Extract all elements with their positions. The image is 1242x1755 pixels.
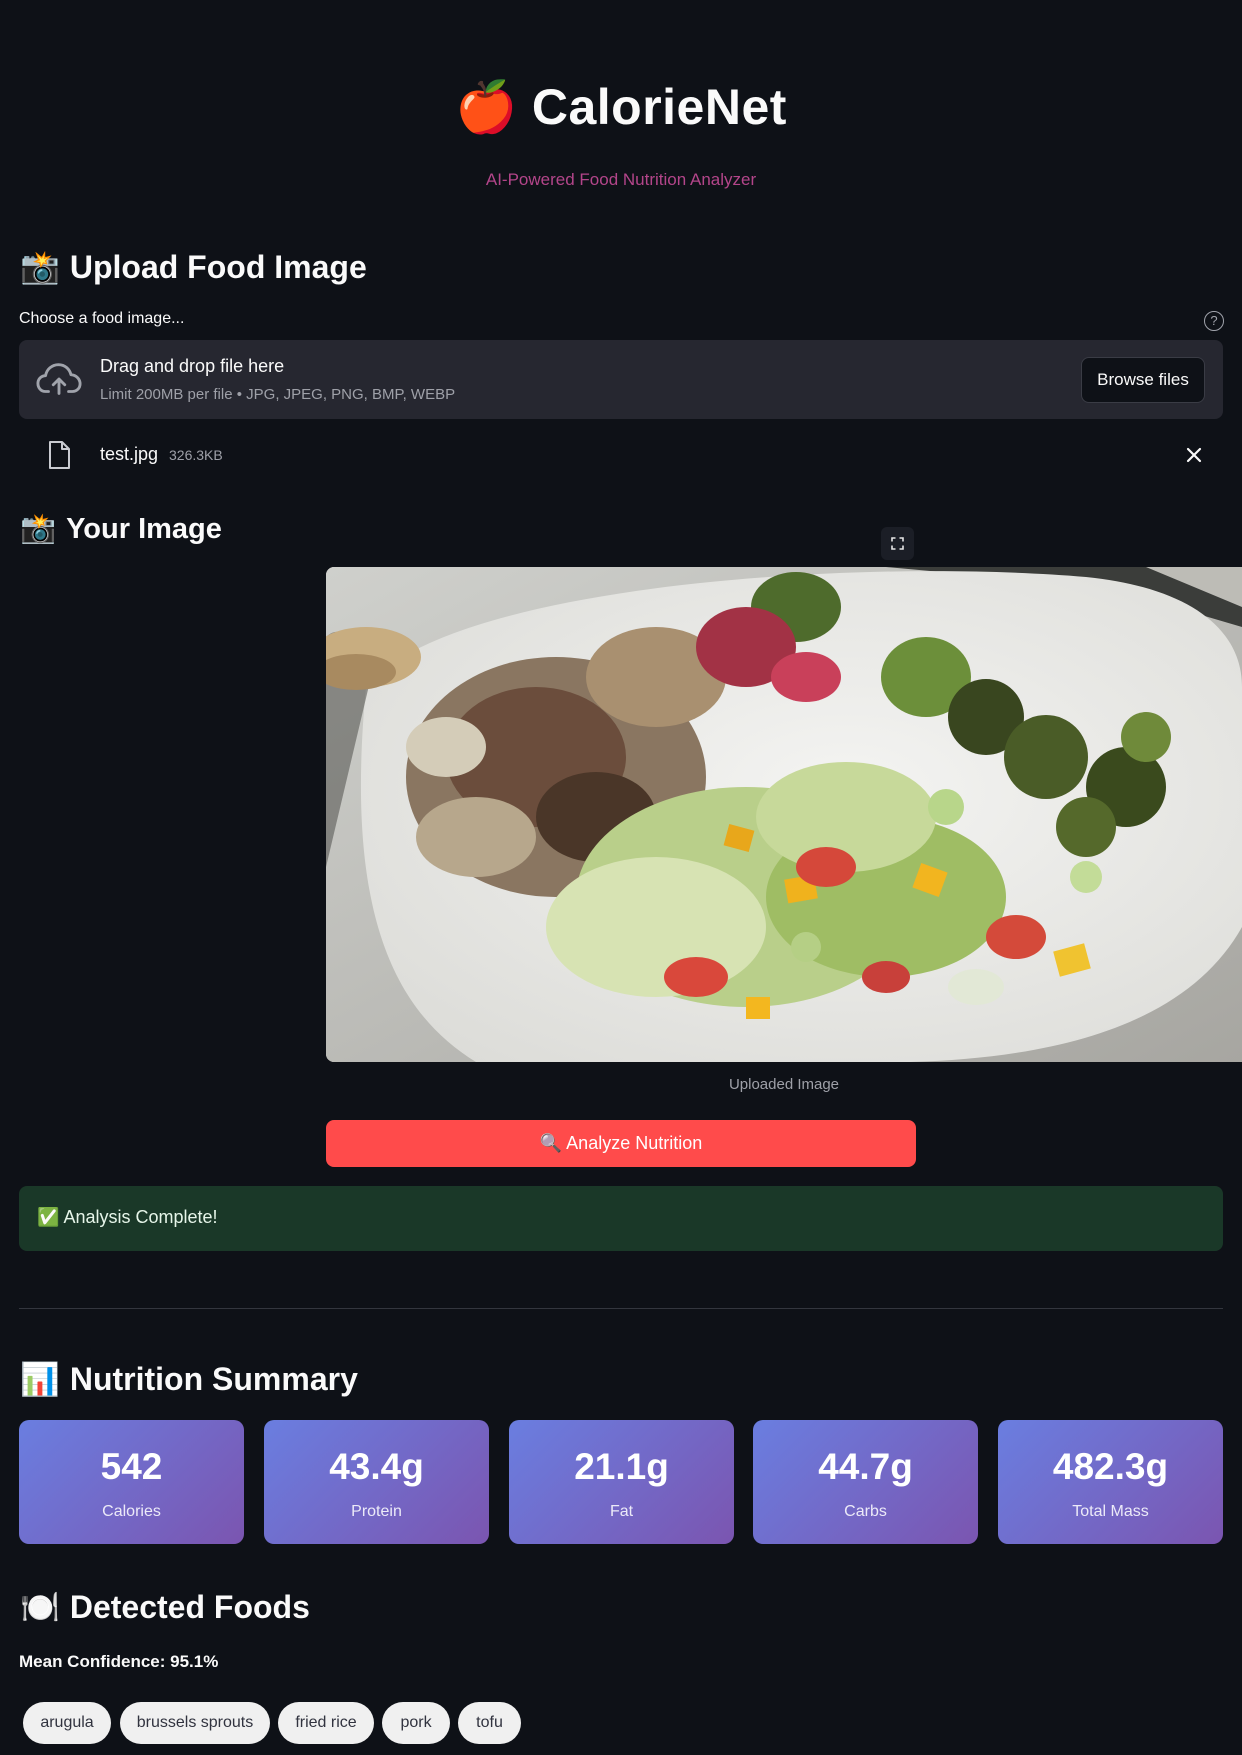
divider	[19, 1308, 1223, 1309]
mean-confidence: Mean Confidence: 95.1%	[19, 1652, 219, 1671]
dropzone-title: Drag and drop file here	[100, 356, 285, 376]
file-icon	[49, 441, 70, 469]
fullscreen-button[interactable]	[881, 527, 914, 560]
upload-heading-text: Upload Food Image	[69, 249, 367, 285]
metric-card-carbs: 44.7g Carbs	[753, 1420, 978, 1544]
metric-label: Protein	[351, 1503, 402, 1520]
browse-files-button[interactable]: Browse files	[1081, 357, 1205, 403]
uploaded-food-image	[326, 567, 1242, 1062]
cloud-upload-icon	[36, 363, 82, 395]
magnifier-icon: 🔍	[539, 1133, 563, 1153]
analyze-button-label: Analyze Nutrition	[566, 1133, 703, 1153]
summary-heading: 📊 Nutrition Summary	[20, 1360, 358, 1398]
metric-value: 43.4g	[329, 1446, 424, 1487]
camera-flash-icon: 📸	[20, 513, 57, 545]
file-size: 326.3KB	[169, 447, 223, 463]
image-heading-text: Your Image	[66, 513, 222, 545]
apple-icon: 🍎	[455, 79, 518, 135]
detected-foods-heading-text: Detected Foods	[69, 1589, 310, 1625]
bar-chart-icon: 📊	[20, 1361, 60, 1397]
uploaded-file-row: test.jpg 326.3KB	[19, 436, 1223, 476]
metric-value: 482.3g	[1052, 1446, 1169, 1487]
check-mark-icon: ✅	[37, 1207, 60, 1227]
metric-label: Fat	[609, 1503, 634, 1520]
metric-value: 542	[100, 1446, 163, 1487]
image-heading: 📸 Your Image	[20, 512, 222, 546]
plate-cutlery-icon: 🍽️	[20, 1589, 60, 1625]
metric-value: 21.1g	[574, 1446, 669, 1487]
detected-foods-heading: 🍽️ Detected Foods	[20, 1588, 310, 1626]
file-name: test.jpg	[100, 444, 159, 464]
metric-card-protein: 43.4g Protein	[264, 1420, 489, 1544]
app-subtitle: AI-Powered Food Nutrition Analyzer	[485, 170, 757, 189]
metric-label: Carbs	[844, 1503, 887, 1520]
food-chip: brussels sprouts	[120, 1702, 270, 1744]
upload-heading: 📸 Upload Food Image	[20, 248, 367, 286]
metrics-row: 542 Calories 43.4g Protein 21.1g Fat 44.…	[19, 1420, 1223, 1544]
metric-card-fat: 21.1g Fat	[509, 1420, 734, 1544]
image-caption: Uploaded Image	[728, 1076, 840, 1093]
metric-label: Total Mass	[1072, 1503, 1149, 1520]
food-chip: arugula	[23, 1702, 111, 1744]
success-message: ✅ Analysis Complete!	[37, 1207, 218, 1228]
analyze-nutrition-button[interactable]: 🔍 Analyze Nutrition	[326, 1120, 916, 1167]
summary-heading-text: Nutrition Summary	[69, 1361, 358, 1397]
metric-card-total-mass: 482.3g Total Mass	[998, 1420, 1223, 1544]
app-title-text: CalorieNet	[531, 79, 787, 135]
app-title: 🍎 CalorieNet	[0, 78, 1242, 137]
metric-card-calories: 542 Calories	[19, 1420, 244, 1544]
metric-value: 44.7g	[818, 1446, 913, 1487]
success-message-text: Analysis Complete!	[63, 1207, 218, 1227]
uploader-label: Choose a food image...	[19, 310, 185, 327]
food-photo	[326, 567, 1242, 1062]
success-alert: ✅ Analysis Complete!	[19, 1186, 1223, 1251]
dropzone-limits: Limit 200MB per file • JPG, JPEG, PNG, B…	[100, 386, 456, 403]
question-circle-icon[interactable]: ?	[1204, 311, 1224, 331]
food-chip: tofu	[458, 1702, 521, 1744]
camera-flash-icon: 📸	[20, 249, 60, 285]
food-chip: fried rice	[278, 1702, 374, 1744]
metric-label: Calories	[102, 1503, 161, 1520]
expand-icon	[891, 537, 904, 550]
close-icon[interactable]	[1182, 443, 1206, 467]
file-dropzone[interactable]: Drag and drop file here Limit 200MB per …	[19, 340, 1223, 419]
food-chip: pork	[382, 1702, 450, 1744]
